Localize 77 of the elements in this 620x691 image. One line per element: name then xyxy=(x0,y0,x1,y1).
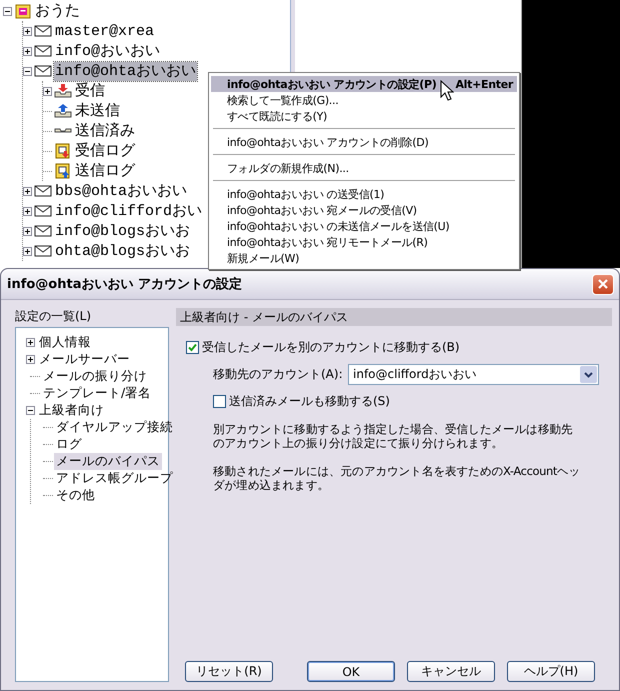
menu-item[interactable]: info@ohtaおいおい 宛リモートメール(R) xyxy=(211,234,517,250)
expand-icon[interactable] xyxy=(23,46,32,56)
tree-item[interactable]: アドレス帳グループ xyxy=(54,470,175,487)
envelope-icon xyxy=(34,224,52,238)
tree-item[interactable]: info@ohtaおいおい xyxy=(54,62,198,80)
tree-item[interactable]: info@おいおい xyxy=(54,42,162,60)
field-label: 移動先のアカウント(A): xyxy=(213,366,344,383)
collapse-icon[interactable] xyxy=(23,66,32,76)
collapse-icon[interactable] xyxy=(3,6,12,16)
dialog-button[interactable]: キャンセル xyxy=(407,661,495,682)
tree-item[interactable]: メールのバイパス xyxy=(54,453,162,470)
expand-icon[interactable] xyxy=(43,86,52,96)
menu-item[interactable]: 検索して一覧作成(G)... xyxy=(211,92,517,108)
tree-item[interactable]: info@cliffordおい xyxy=(54,202,204,220)
tree-item[interactable]: master@xrea xyxy=(54,22,156,40)
envelope-icon xyxy=(34,64,52,78)
account-dropdown[interactable]: info@cliffordおいおい xyxy=(348,364,599,385)
outbox-tray-icon xyxy=(54,103,72,119)
close-icon xyxy=(597,278,609,290)
tree-item[interactable]: 送信ログ xyxy=(74,162,136,180)
expand-icon[interactable] xyxy=(23,186,32,196)
envelope-icon xyxy=(34,44,52,58)
dialog-button[interactable]: リセット(R) xyxy=(185,661,273,682)
menu-item[interactable]: info@ohtaおいおい アカウントの削除(D) xyxy=(211,134,517,150)
envelope-icon xyxy=(34,24,52,38)
checkbox[interactable] xyxy=(213,395,226,408)
tree-item[interactable]: 受信 xyxy=(74,82,106,100)
chevron-down-icon xyxy=(584,372,593,378)
tree-item[interactable]: メールサーバー xyxy=(37,351,132,368)
description-text: 移動されたメールには、元のアカウント名を表すためのX-Accountヘッダが埋め込まれます。 xyxy=(213,464,582,492)
expand-icon[interactable] xyxy=(23,26,32,36)
folder-icon xyxy=(15,3,31,19)
envelope-icon xyxy=(34,204,52,218)
expand-icon[interactable] xyxy=(23,226,32,236)
menu-item[interactable]: info@ohtaおいおい の送受信(1) xyxy=(211,186,517,202)
tree-item[interactable]: おうた xyxy=(34,2,81,20)
expand-icon[interactable] xyxy=(26,338,35,347)
tree-item[interactable]: bbs@ohtaおいおい xyxy=(54,182,188,200)
tree-item[interactable]: info@blogsおいお xyxy=(54,222,192,240)
description-text: 別アカウントに移動するよう指定した場合、受信したメールは移動先のアカウント上の振り分け設定にて振り分けられます。 xyxy=(213,422,574,450)
tree-item[interactable]: ログ xyxy=(54,436,84,453)
checkbox-label[interactable]: 送信済みメールも移動する(S) xyxy=(229,393,390,410)
tree-item[interactable]: ダイヤルアップ接続 xyxy=(54,419,175,436)
menu-item[interactable]: info@ohtaおいおい 宛メールの受信(V) xyxy=(211,202,517,218)
tree-item[interactable]: 送信済み xyxy=(74,122,136,140)
checkbox[interactable] xyxy=(186,341,199,354)
checkbox-label[interactable]: 受信したメールを別のアカウントに移動する(B) xyxy=(202,339,460,356)
dialog-button[interactable]: ヘルプ(H) xyxy=(507,661,595,682)
tree-item[interactable]: 受信ログ xyxy=(74,142,136,160)
menu-item[interactable]: フォルダの新規作成(N)... xyxy=(211,160,517,176)
envelope-icon xyxy=(34,244,52,258)
envelope-icon xyxy=(34,184,52,198)
tree-item[interactable]: 未送信 xyxy=(74,102,121,120)
menu-item[interactable]: すべて既読にする(Y) xyxy=(211,108,517,124)
section-title: 上級者向け - メールのバイパス xyxy=(176,308,612,326)
tree-item[interactable]: 上級者向け xyxy=(37,402,106,419)
tray-icon xyxy=(54,128,72,134)
list-label: 設定の一覧(L) xyxy=(15,308,92,324)
collapse-icon[interactable] xyxy=(26,406,35,415)
tree-item[interactable]: テンプレート/署名 xyxy=(41,385,154,402)
expand-icon[interactable] xyxy=(23,206,32,216)
expand-icon[interactable] xyxy=(26,355,35,364)
tree-item[interactable]: ohta@blogsおいお xyxy=(54,242,192,260)
window-title: info@ohtaおいおい アカウントの設定 xyxy=(7,276,242,293)
log-document-icon xyxy=(55,163,71,179)
dialog-button[interactable]: OK xyxy=(307,661,395,682)
close-button[interactable] xyxy=(592,274,614,294)
menu-item[interactable]: info@ohtaおいおい アカウントの設定(P) Alt+Enter xyxy=(211,76,517,92)
menu-item[interactable]: info@ohtaおいおい の未送信メールを送信(U) xyxy=(211,218,517,234)
inbox-tray-icon xyxy=(54,83,72,99)
tree-item[interactable]: その他 xyxy=(54,487,97,504)
menu-item[interactable]: 新規メール(W) xyxy=(211,250,517,266)
log-document-icon xyxy=(55,143,71,159)
tree-item[interactable]: 個人情報 xyxy=(37,334,93,351)
tree-item[interactable]: メールの振り分け xyxy=(41,368,149,385)
mouse-pointer-icon xyxy=(440,80,454,102)
expand-icon[interactable] xyxy=(23,246,32,256)
